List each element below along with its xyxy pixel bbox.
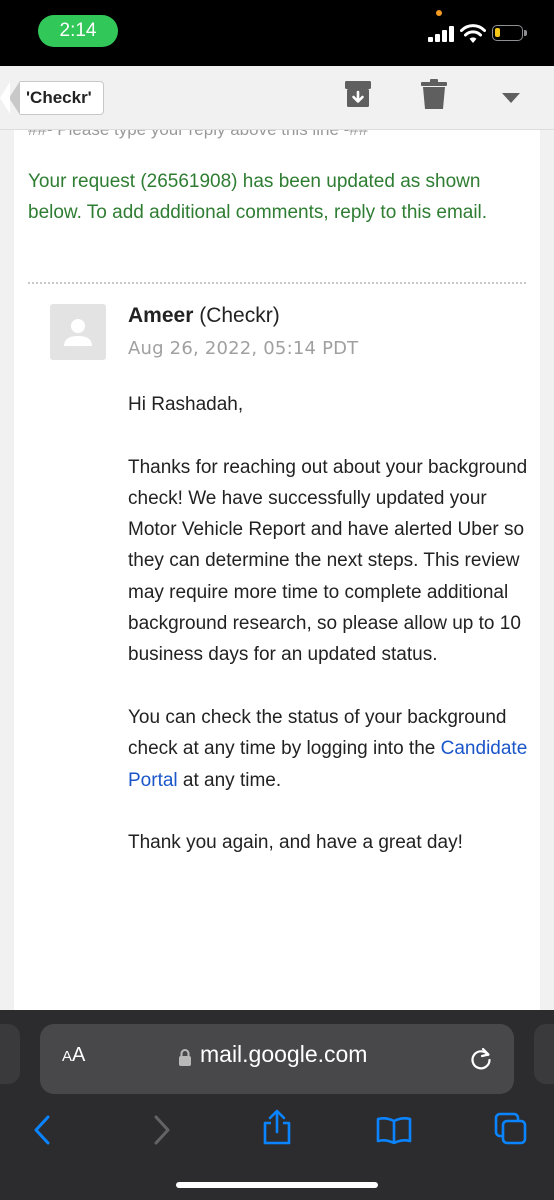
message-text: Hi Rashadah, Thanks for reaching out abo… [128, 389, 533, 890]
safari-toolbar [0, 1100, 554, 1160]
lock-icon [179, 1049, 191, 1066]
share-icon[interactable] [261, 1108, 293, 1146]
greeting: Hi Rashadah, [128, 394, 244, 415]
status-bar: 2:14 [0, 0, 554, 66]
tabs-icon[interactable] [494, 1112, 528, 1146]
next-tab-peek[interactable] [534, 1024, 554, 1084]
avatar [50, 304, 106, 360]
dropdown-icon[interactable] [500, 92, 522, 104]
request-update-notice: Your request (26561908) has been updated… [28, 171, 488, 223]
divider [28, 282, 526, 284]
back-icon[interactable] [32, 1114, 52, 1146]
reload-icon[interactable] [468, 1046, 494, 1072]
battery-icon [492, 25, 527, 41]
sender: Ameer (Checkr) [128, 304, 280, 328]
sender-org: (Checkr) [199, 304, 280, 327]
closing: Thank you again, and have a great day! [128, 832, 463, 854]
back-arrow-shape [0, 81, 20, 115]
status-time[interactable]: 2:14 [38, 15, 118, 47]
paragraph-1: Thanks for reaching out about your backg… [128, 456, 528, 666]
bookmarks-icon[interactable] [376, 1116, 412, 1144]
home-indicator[interactable] [176, 1182, 378, 1188]
paragraph-2-end: at any time. [177, 769, 282, 791]
message-date: Aug 26, 2022, 05:14 PDT [128, 338, 359, 359]
default-avatar-icon [64, 319, 92, 346]
page-gutter-right [540, 130, 554, 1010]
back-button-label: 'Checkr' [20, 81, 104, 115]
trash-icon[interactable] [421, 79, 447, 109]
email-body: ##- Please type your reply above this li… [14, 130, 540, 1010]
previous-tab-peek[interactable] [0, 1024, 20, 1084]
archive-icon[interactable] [344, 79, 372, 109]
address-bar[interactable]: AA mail.google.com [40, 1024, 514, 1094]
page-gutter-left [0, 130, 14, 1010]
paragraph-2: You can check the status of your backgro… [128, 702, 533, 796]
cellular-signal-icon [428, 26, 456, 42]
safari-bottom-bar: AA mail.google.com [0, 1010, 554, 1200]
url-text[interactable]: mail.google.com [200, 1041, 367, 1068]
forward-icon[interactable] [152, 1114, 172, 1146]
privacy-indicator-dot [436, 10, 442, 16]
back-button[interactable]: 'Checkr' [0, 81, 104, 115]
wifi-icon [460, 24, 486, 43]
mail-header: 'Checkr' [0, 66, 554, 130]
sender-name: Ameer [128, 304, 194, 327]
page-settings-button[interactable]: AA [62, 1044, 85, 1067]
reply-above-line-marker: ##- Please type your reply above this li… [28, 130, 368, 140]
